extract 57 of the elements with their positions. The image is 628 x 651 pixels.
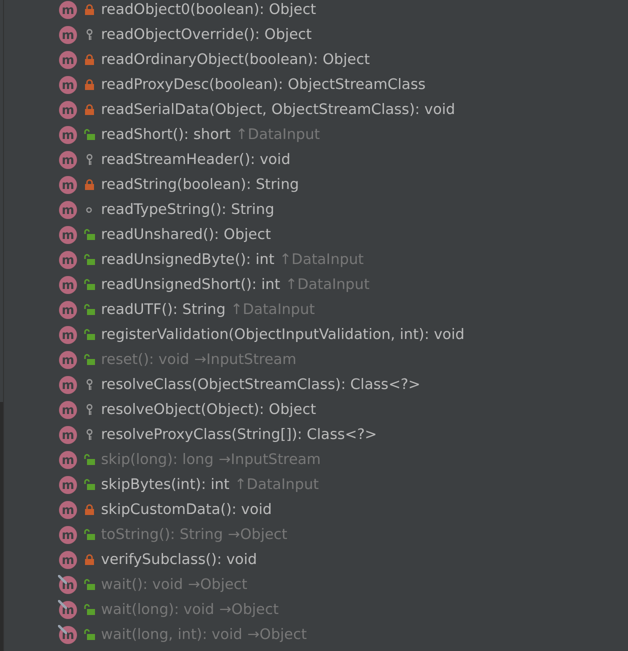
method-icon: m	[59, 550, 77, 568]
method-icon: m	[59, 200, 77, 218]
origin-label: →Object	[228, 526, 288, 542]
pin-icon	[58, 600, 67, 608]
method-signature[interactable]: skipCustomData(): void	[101, 502, 272, 518]
method-icon: m	[59, 26, 77, 44]
method-signature[interactable]: verifySubclass(): void	[101, 552, 258, 568]
method-icon: m	[59, 426, 77, 444]
method-icon: m	[59, 50, 77, 68]
origin-label: ↑DataInput	[230, 302, 315, 318]
method-icon: m	[59, 76, 77, 94]
method-icon: m	[59, 400, 77, 418]
method-icon: m	[59, 250, 77, 268]
method-signature[interactable]: readTypeString(): String	[101, 202, 274, 218]
method-icon: m	[59, 100, 77, 118]
method-icon: m	[59, 500, 77, 518]
method-signature[interactable]: registerValidation(ObjectInputValidation, int): void	[101, 326, 465, 342]
origin-label: →Object	[188, 576, 248, 592]
method-signature[interactable]: readUnsignedByte(): int	[101, 252, 274, 268]
method-icon: m	[59, 0, 77, 18]
method-icon: m	[59, 226, 77, 244]
origin-label: ↑DataInput	[234, 476, 319, 492]
method-signature[interactable]: skipBytes(int): int	[101, 476, 230, 492]
origin-label: ↑DataInput	[236, 126, 320, 142]
method-signature[interactable]: readUnsignedShort(): int	[101, 276, 280, 292]
method-signature[interactable]: readStreamHeader(): void	[101, 152, 290, 168]
pin-icon	[58, 624, 67, 634]
method-signature[interactable]: readOrdinaryObject(boolean): Object	[101, 52, 370, 68]
method-icon: m	[59, 376, 77, 394]
method-signature[interactable]: readUTF(): String	[101, 302, 226, 318]
method-icon: m	[59, 300, 77, 318]
method-signature[interactable]: readUnshared(): Object	[101, 226, 271, 242]
origin-label: →InputStream	[194, 352, 296, 368]
origin-label: →Object	[247, 626, 307, 642]
method-signature[interactable]: readSerialData(Object, ObjectStreamClass): void	[101, 102, 456, 118]
method-icon: m	[59, 126, 77, 144]
method-signature[interactable]: readShort(): short	[101, 126, 231, 142]
method-icon: m	[59, 350, 77, 368]
method-icon: m	[59, 276, 77, 294]
method-signature[interactable]: resolveClass(ObjectStreamClass): Class<?>	[101, 376, 420, 392]
method-signature[interactable]: readString(boolean): String	[101, 176, 299, 192]
method-icon: m	[59, 476, 77, 494]
origin-label: →InputStream	[218, 452, 321, 468]
pin-icon	[58, 574, 67, 584]
method-icon: m	[59, 176, 77, 194]
method-signature[interactable]: readObjectOverride(): Object	[101, 26, 312, 42]
method-icon: m	[59, 526, 77, 544]
method-signature[interactable]: resolveProxyClass(String[]): Class<?>	[101, 426, 377, 442]
method-signature[interactable]: readObject0(boolean): Object	[101, 2, 316, 18]
method-signature[interactable]: resolveObject(Object): Object	[101, 402, 316, 418]
method-icon: m	[59, 150, 77, 168]
origin-label: →Object	[219, 602, 279, 618]
method-icon: m	[59, 450, 77, 468]
origin-label: ↑DataInput	[279, 252, 364, 268]
origin-label: ↑DataInput	[285, 276, 370, 292]
method-icon: m	[59, 326, 77, 344]
method-signature[interactable]: readProxyDesc(boolean): ObjectStreamClass	[101, 76, 426, 92]
